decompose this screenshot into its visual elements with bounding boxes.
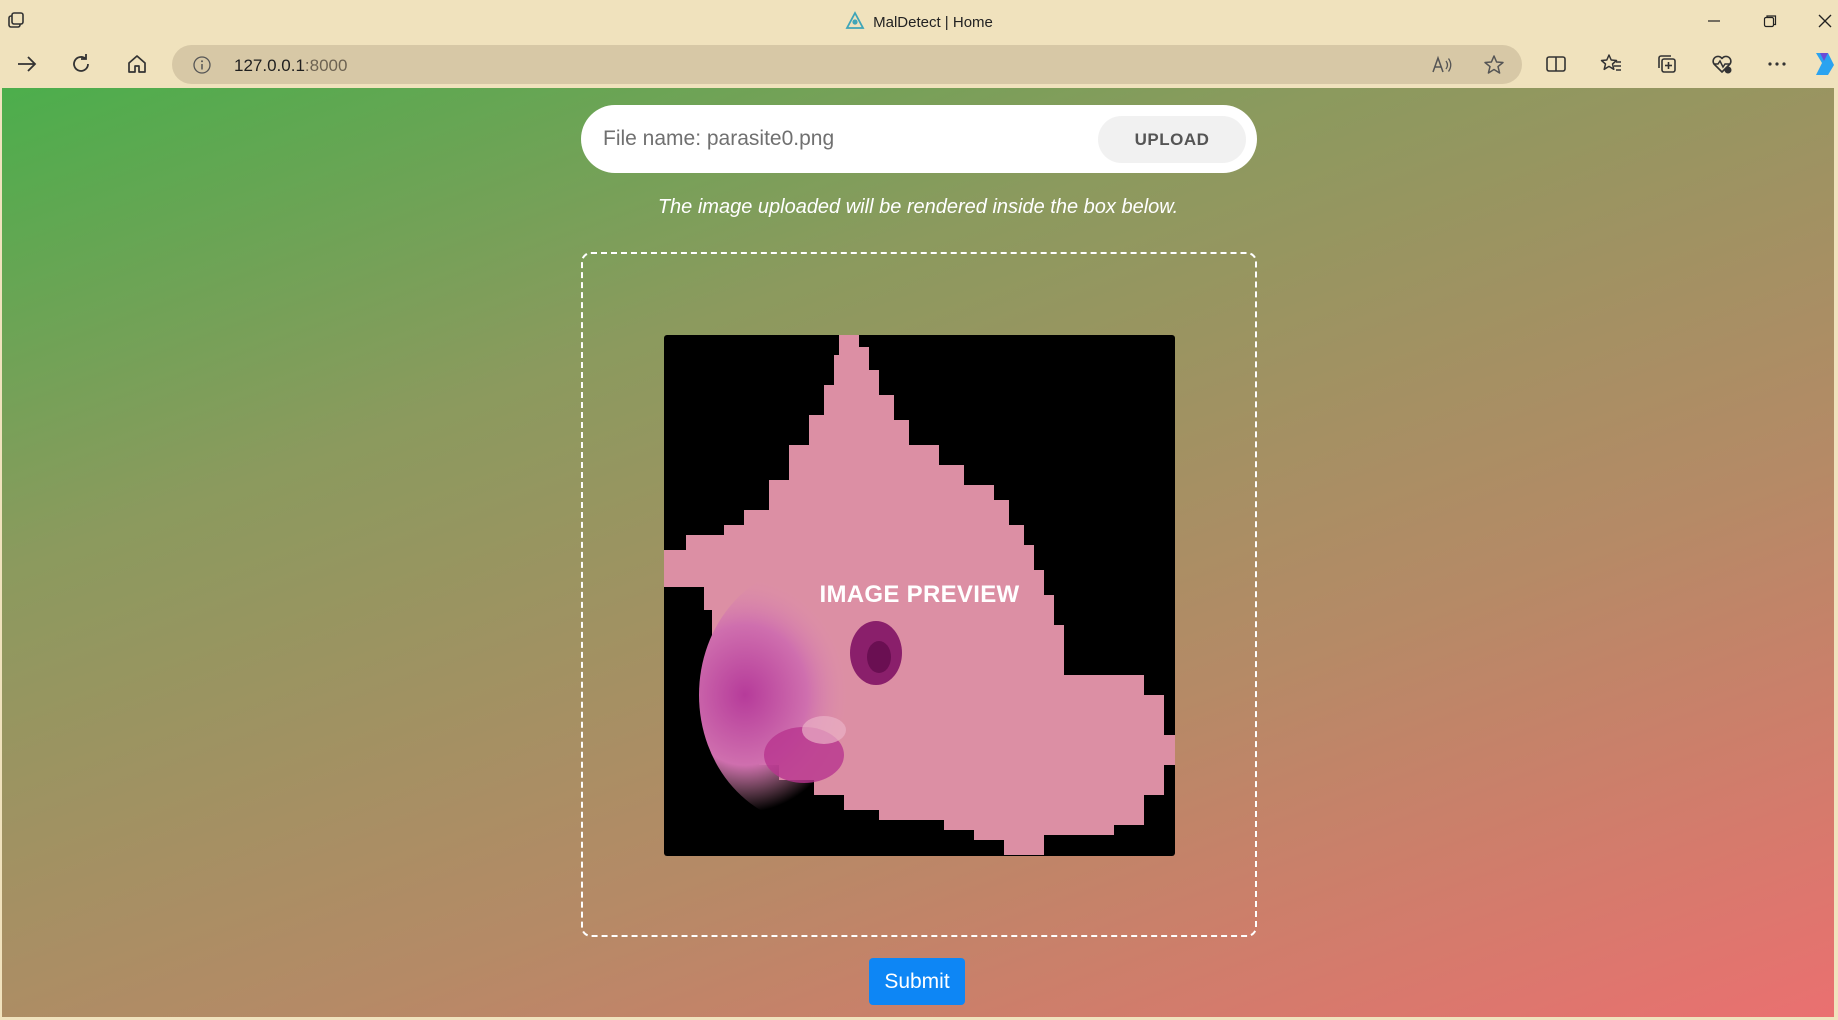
site-info-icon[interactable] bbox=[192, 55, 212, 75]
triangle-logo-icon bbox=[845, 11, 865, 31]
favorites-icon[interactable] bbox=[1592, 45, 1630, 83]
url-text[interactable]: 127.0.0.1:8000 bbox=[234, 56, 347, 76]
scrollbar[interactable] bbox=[1834, 88, 1838, 1017]
forward-icon[interactable] bbox=[8, 45, 46, 83]
collections-icon[interactable] bbox=[1648, 45, 1686, 83]
title-bar: MalDetect | Home bbox=[0, 0, 1838, 41]
window-title: MalDetect | Home bbox=[0, 11, 1838, 31]
close-icon[interactable] bbox=[1797, 0, 1838, 41]
window-title-text: MalDetect | Home bbox=[873, 14, 993, 31]
split-screen-icon[interactable] bbox=[1537, 45, 1575, 83]
url-host: 127.0.0.1 bbox=[234, 56, 305, 75]
preview-hint: The image uploaded will be rendered insi… bbox=[657, 196, 1179, 218]
submit-button[interactable]: Submit bbox=[869, 958, 965, 1005]
image-drop-zone[interactable]: IMAGE PREVIEW bbox=[581, 252, 1257, 937]
restore-icon[interactable] bbox=[1742, 0, 1798, 41]
favorite-star-icon[interactable] bbox=[1478, 49, 1510, 81]
copilot-icon[interactable] bbox=[1808, 45, 1838, 83]
home-icon[interactable] bbox=[118, 45, 156, 83]
file-name-text: File name: parasite0.png bbox=[603, 127, 835, 150]
file-upload-bar[interactable]: File name: parasite0.png UPLOAD bbox=[581, 105, 1257, 173]
page-viewport: File name: parasite0.png UPLOAD The imag… bbox=[2, 88, 1834, 1017]
url-port: :8000 bbox=[304, 56, 348, 75]
image-preview: IMAGE PREVIEW bbox=[664, 335, 1175, 856]
read-aloud-icon[interactable] bbox=[1426, 49, 1458, 81]
more-icon[interactable] bbox=[1758, 45, 1796, 83]
performance-icon[interactable] bbox=[1703, 45, 1741, 83]
browser-toolbar: 127.0.0.1:8000 bbox=[0, 41, 1838, 88]
image-preview-label: IMAGE PREVIEW bbox=[819, 581, 1020, 608]
address-bar[interactable]: 127.0.0.1:8000 bbox=[172, 45, 1522, 84]
upload-button[interactable]: UPLOAD bbox=[1098, 116, 1246, 163]
minimize-icon[interactable] bbox=[1686, 0, 1742, 41]
refresh-icon[interactable] bbox=[62, 45, 100, 83]
